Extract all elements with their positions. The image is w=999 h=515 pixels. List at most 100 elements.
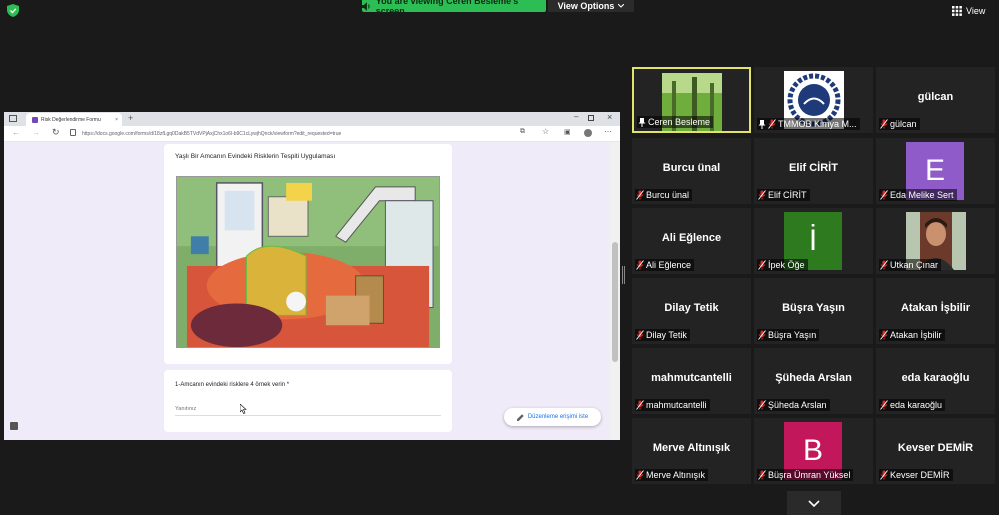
- question-text: 1-Amcanın evindeki risklere 4 örnek veri…: [175, 382, 290, 388]
- participant-name-label: Ali Eğlence: [635, 259, 695, 271]
- participant-tile[interactable]: Utkan Çınar: [876, 208, 995, 274]
- muted-mic-icon: [880, 119, 888, 129]
- participant-name-label: Elif CİRİT: [757, 189, 810, 201]
- view-options-label: View Options: [557, 1, 615, 11]
- report-icon[interactable]: [10, 422, 18, 430]
- participant-name-label: TMMOB Kimya M...: [757, 118, 860, 130]
- participant-tile[interactable]: eda karaoğlu eda karaoğlu: [876, 348, 995, 414]
- participant-display-name: mahmutcantelli: [651, 372, 732, 384]
- participant-name-label: eda karaoğlu: [879, 399, 946, 411]
- participant-name: mahmutcantelli: [646, 400, 707, 410]
- participant-tile[interactable]: Elif CİRİT Elif CİRİT: [754, 138, 873, 204]
- participant-tile[interactable]: gülcan gülcan: [876, 67, 995, 133]
- participant-name-label: Utkan Çınar: [879, 259, 942, 271]
- participant-display-name: Dilay Tetik: [664, 302, 719, 314]
- participant-tile[interactable]: TMMOB Kimya M...: [754, 67, 873, 133]
- participant-name-label: Büşra Yaşın: [757, 329, 820, 341]
- participant-tile[interactable]: mahmutcantelli mahmutcantelli: [632, 348, 751, 414]
- pencil-icon: [516, 413, 524, 421]
- muted-mic-icon: [880, 470, 888, 480]
- lock-icon[interactable]: [70, 129, 76, 136]
- participant-display-name: Ali Eğlence: [661, 232, 722, 244]
- participant-name-label: Atakan İşbilir: [879, 329, 945, 341]
- muted-mic-icon: [880, 190, 888, 200]
- pin-icon: [638, 117, 646, 127]
- participant-name: Eda Melike Sert: [890, 190, 954, 200]
- scrollbar-thumb[interactable]: [612, 242, 618, 362]
- tab-close-icon[interactable]: ×: [115, 117, 118, 123]
- participant-display-name: Elif CİRİT: [789, 162, 838, 174]
- tab-actions-icon[interactable]: [9, 115, 17, 122]
- chevron-down-icon: [618, 4, 625, 8]
- shared-screen[interactable]: Risk Değerlendirme Formu × + – × ← → ↻ ⧉…: [4, 112, 620, 440]
- participant-name: Utkan Çınar: [890, 260, 939, 270]
- back-icon[interactable]: ←: [12, 128, 20, 137]
- participant-display-name: eda karaoğlu: [901, 372, 970, 384]
- participant-name-label: İpek Öğe: [757, 259, 808, 271]
- form-title: Yaşlı Bir Amcanın Evindeki Risklerin Tes…: [175, 153, 336, 160]
- grid-icon: [952, 6, 962, 16]
- participant-tile[interactable]: İ İpek Öğe: [754, 208, 873, 274]
- read-aloud-icon[interactable]: ⧉: [520, 128, 525, 136]
- request-edit-access-button[interactable]: Düzenleme erişimi iste: [504, 408, 601, 426]
- pin-icon: [758, 119, 766, 129]
- participant-name-label: gülcan: [879, 118, 920, 130]
- participant-name-label: Merve Altınışık: [635, 469, 709, 481]
- participant-name-label: Şüheda Arslan: [757, 399, 830, 411]
- browser-tab-bar: Risk Değerlendirme Formu × + – ×: [4, 112, 620, 126]
- participant-name-label: Eda Melike Sert: [879, 189, 957, 201]
- browser-tab[interactable]: Risk Değerlendirme Formu ×: [26, 113, 122, 126]
- answer-input[interactable]: Yanıtınız: [175, 406, 441, 416]
- participant-tile[interactable]: Ali Eğlence Ali Eğlence: [632, 208, 751, 274]
- muted-mic-icon: [758, 330, 766, 340]
- participant-tile[interactable]: E Eda Melike Sert: [876, 138, 995, 204]
- muted-mic-icon: [636, 470, 644, 480]
- speaker-icon: [362, 1, 370, 11]
- participant-tile[interactable]: Kevser DEMİR Kevser DEMİR: [876, 418, 995, 484]
- window-close-icon[interactable]: ×: [607, 112, 612, 122]
- screen-share-banner: You are viewing Ceren Besleme's screen: [362, 0, 546, 16]
- muted-mic-icon: [758, 260, 766, 270]
- participant-name: Kevser DEMİR: [890, 470, 950, 480]
- participant-tile[interactable]: B Büşra Ümran Yüksel: [754, 418, 873, 484]
- participant-display-name: Burcu ünal: [662, 162, 721, 174]
- chevron-down-icon: [808, 499, 820, 507]
- view-options-button[interactable]: View Options: [548, 0, 634, 12]
- participant-tile[interactable]: Burcu ünal Burcu ünal: [632, 138, 751, 204]
- gallery-next-page-button[interactable]: [787, 491, 841, 515]
- minimize-icon[interactable]: –: [574, 112, 578, 121]
- reload-icon[interactable]: ↻: [52, 127, 60, 138]
- forward-icon[interactable]: →: [32, 128, 40, 137]
- participant-tile[interactable]: Dilay Tetik Dilay Tetik: [632, 278, 751, 344]
- banner-text: You are viewing Ceren Besleme's screen: [375, 0, 519, 16]
- participant-name-label: mahmutcantelli: [635, 399, 710, 411]
- participant-name: Dilay Tetik: [646, 330, 687, 340]
- participant-display-name: Büşra Yaşın: [782, 302, 845, 314]
- collections-icon[interactable]: ▣: [564, 128, 571, 136]
- participant-name-label: Dilay Tetik: [635, 329, 690, 341]
- profile-avatar[interactable]: [584, 129, 592, 137]
- participant-name: Büşra Ümran Yüksel: [768, 470, 851, 480]
- participant-name: Elif CİRİT: [768, 190, 807, 200]
- participant-tile[interactable]: Ceren Besleme: [632, 67, 751, 133]
- view-button[interactable]: View: [952, 4, 985, 18]
- participant-tile[interactable]: Şüheda Arslan Şüheda Arslan: [754, 348, 873, 414]
- muted-mic-icon: [758, 190, 766, 200]
- participant-name-label: Burcu ünal: [635, 189, 693, 201]
- maximize-icon[interactable]: [588, 115, 594, 121]
- favorite-icon[interactable]: ☆: [542, 127, 549, 136]
- more-menu-icon[interactable]: ⋯: [604, 127, 612, 136]
- participant-display-name: Şüheda Arslan: [775, 372, 852, 384]
- muted-mic-icon: [636, 400, 644, 410]
- participant-tile[interactable]: Atakan İşbilir Atakan İşbilir: [876, 278, 995, 344]
- split-divider-handle[interactable]: [622, 266, 625, 284]
- participant-name: Büşra Yaşın: [768, 330, 817, 340]
- participant-name: Ceren Besleme: [648, 117, 711, 127]
- participant-tile[interactable]: Merve Altınışık Merve Altınışık: [632, 418, 751, 484]
- participant-tile[interactable]: Büşra Yaşın Büşra Yaşın: [754, 278, 873, 344]
- participant-display-name: Merve Altınışık: [652, 442, 731, 454]
- address-bar[interactable]: https://docs.google.com/forms/d/18zfLgq0…: [82, 128, 512, 139]
- request-edit-access-label: Düzenleme erişimi iste: [527, 414, 589, 420]
- new-tab-icon[interactable]: +: [128, 113, 133, 123]
- security-shield-icon[interactable]: [7, 4, 19, 17]
